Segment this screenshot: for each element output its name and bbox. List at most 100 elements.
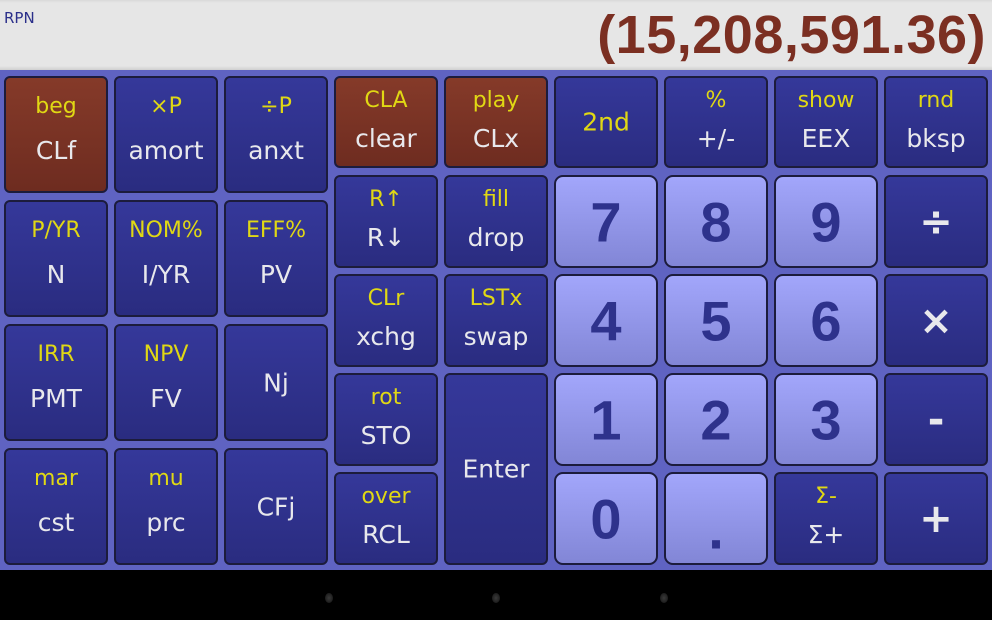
digit-6-key[interactable]: 6	[774, 274, 878, 367]
digit-2-key[interactable]: 2	[664, 373, 768, 466]
roll-down-key[interactable]: R↑ R↓	[334, 175, 438, 268]
key-label: N	[46, 260, 66, 289]
key-label: R↓	[366, 223, 406, 252]
key-label: clear	[355, 124, 417, 153]
key-shift-label: mar	[34, 466, 78, 491]
key-label: STO	[360, 421, 412, 450]
key-label: 3	[810, 388, 842, 451]
digit-4-key[interactable]: 4	[554, 274, 658, 367]
key-shift-label: beg	[35, 94, 77, 119]
keypad: beg CLf ×P amort ÷P anxt P/YR N NOM% I/Y…	[0, 70, 992, 570]
key-label: Enter	[462, 454, 530, 484]
amort-key[interactable]: ×P amort	[114, 76, 218, 193]
key-shift-label: CLA	[364, 88, 408, 113]
digit-1-key[interactable]: 1	[554, 373, 658, 466]
digit-0-key[interactable]: 0	[554, 472, 658, 565]
digit-8-key[interactable]: 8	[664, 175, 768, 268]
drop-key[interactable]: fill drop	[444, 175, 548, 268]
key-label: swap	[463, 322, 529, 351]
key-label: +/-	[696, 124, 736, 153]
eex-key[interactable]: show EEX	[774, 76, 878, 168]
key-label: 1	[590, 388, 622, 451]
digit-9-key[interactable]: 9	[774, 175, 878, 268]
key-label: FV	[150, 384, 182, 413]
key-shift-label: EFF%	[245, 218, 307, 243]
recall-key[interactable]: over RCL	[334, 472, 438, 565]
multiply-icon: ×	[919, 297, 953, 344]
backspace-key[interactable]: rnd bksp	[884, 76, 988, 168]
key-label: 2nd	[582, 107, 630, 137]
cst-key[interactable]: mar cst	[4, 448, 108, 565]
key-shift-label: LSTx	[469, 286, 523, 311]
plus-icon: +	[919, 495, 953, 542]
key-shift-label: ÷P	[260, 94, 292, 119]
key-shift-label: mu	[148, 466, 184, 491]
digit-3-key[interactable]: 3	[774, 373, 878, 466]
key-shift-label: rnd	[917, 88, 955, 113]
key-shift-label: fill	[482, 187, 510, 212]
key-label: CLf	[35, 136, 77, 165]
key-label: PMT	[30, 384, 82, 413]
sigma-plus-key[interactable]: Σ- Σ+	[774, 472, 878, 565]
digit-7-key[interactable]: 7	[554, 175, 658, 268]
key-label: EEX	[801, 124, 851, 153]
subtract-key[interactable]: -	[884, 373, 988, 466]
key-label: Nj	[263, 368, 289, 397]
divide-key[interactable]: ÷	[884, 175, 988, 268]
pmt-key[interactable]: IRR PMT	[4, 324, 108, 441]
nav-home-button[interactable]	[492, 593, 500, 603]
key-label: 8	[700, 190, 732, 253]
nav-back-button[interactable]	[325, 593, 333, 603]
key-shift-label: Σ-	[815, 484, 837, 509]
key-shift-label: ×P	[150, 94, 182, 119]
cfj-key[interactable]: CFj	[224, 448, 328, 565]
key-label: 0	[590, 487, 622, 550]
n-key[interactable]: P/YR N	[4, 200, 108, 317]
fv-key[interactable]: NPV FV	[114, 324, 218, 441]
nav-recents-button[interactable]	[660, 593, 668, 603]
second-function-key[interactable]: 2nd	[554, 76, 658, 168]
key-label: 4	[590, 289, 622, 352]
nj-key[interactable]: Nj	[224, 324, 328, 441]
key-shift-label: NOM%	[129, 218, 203, 243]
key-shift-label: %	[705, 88, 727, 113]
key-label: drop	[467, 223, 525, 252]
enter-key[interactable]: Enter	[444, 373, 548, 565]
key-label: amort	[128, 136, 204, 165]
key-shift-label: R↑	[369, 187, 403, 212]
key-label: 2	[700, 388, 732, 451]
mode-indicator: RPN	[4, 9, 35, 27]
divide-icon: ÷	[919, 198, 953, 245]
add-key[interactable]: +	[884, 472, 988, 565]
key-label: PV	[259, 260, 293, 289]
exchange-key[interactable]: CLr xchg	[334, 274, 438, 367]
change-sign-key[interactable]: % +/-	[664, 76, 768, 168]
key-label: I/YR	[141, 260, 191, 289]
key-label: xchg	[356, 322, 416, 351]
anxt-key[interactable]: ÷P anxt	[224, 76, 328, 193]
key-shift-label: IRR	[37, 342, 75, 367]
prc-key[interactable]: mu prc	[114, 448, 218, 565]
key-label: 7	[590, 190, 622, 253]
i-yr-key[interactable]: NOM% I/YR	[114, 200, 218, 317]
key-label: 9	[810, 190, 842, 253]
key-label: 5	[700, 289, 732, 352]
digit-5-key[interactable]: 5	[664, 274, 768, 367]
key-shift-label: show	[797, 88, 855, 113]
key-shift-label: CLr	[367, 286, 405, 311]
system-navigation-bar	[0, 570, 992, 620]
key-label: anxt	[248, 136, 304, 165]
pv-key[interactable]: EFF% PV	[224, 200, 328, 317]
multiply-key[interactable]: ×	[884, 274, 988, 367]
key-shift-label: play	[472, 88, 520, 113]
store-key[interactable]: rot STO	[334, 373, 438, 466]
clf-key[interactable]: beg CLf	[4, 76, 108, 193]
key-label: 6	[810, 289, 842, 352]
decimal-point-key[interactable]: .	[664, 472, 768, 565]
key-shift-label: NPV	[143, 342, 189, 367]
minus-icon: -	[927, 396, 945, 443]
key-label: bksp	[906, 124, 966, 153]
swap-key[interactable]: LSTx swap	[444, 274, 548, 367]
clear-key[interactable]: CLA clear	[334, 76, 438, 168]
clx-key[interactable]: play CLx	[444, 76, 548, 168]
